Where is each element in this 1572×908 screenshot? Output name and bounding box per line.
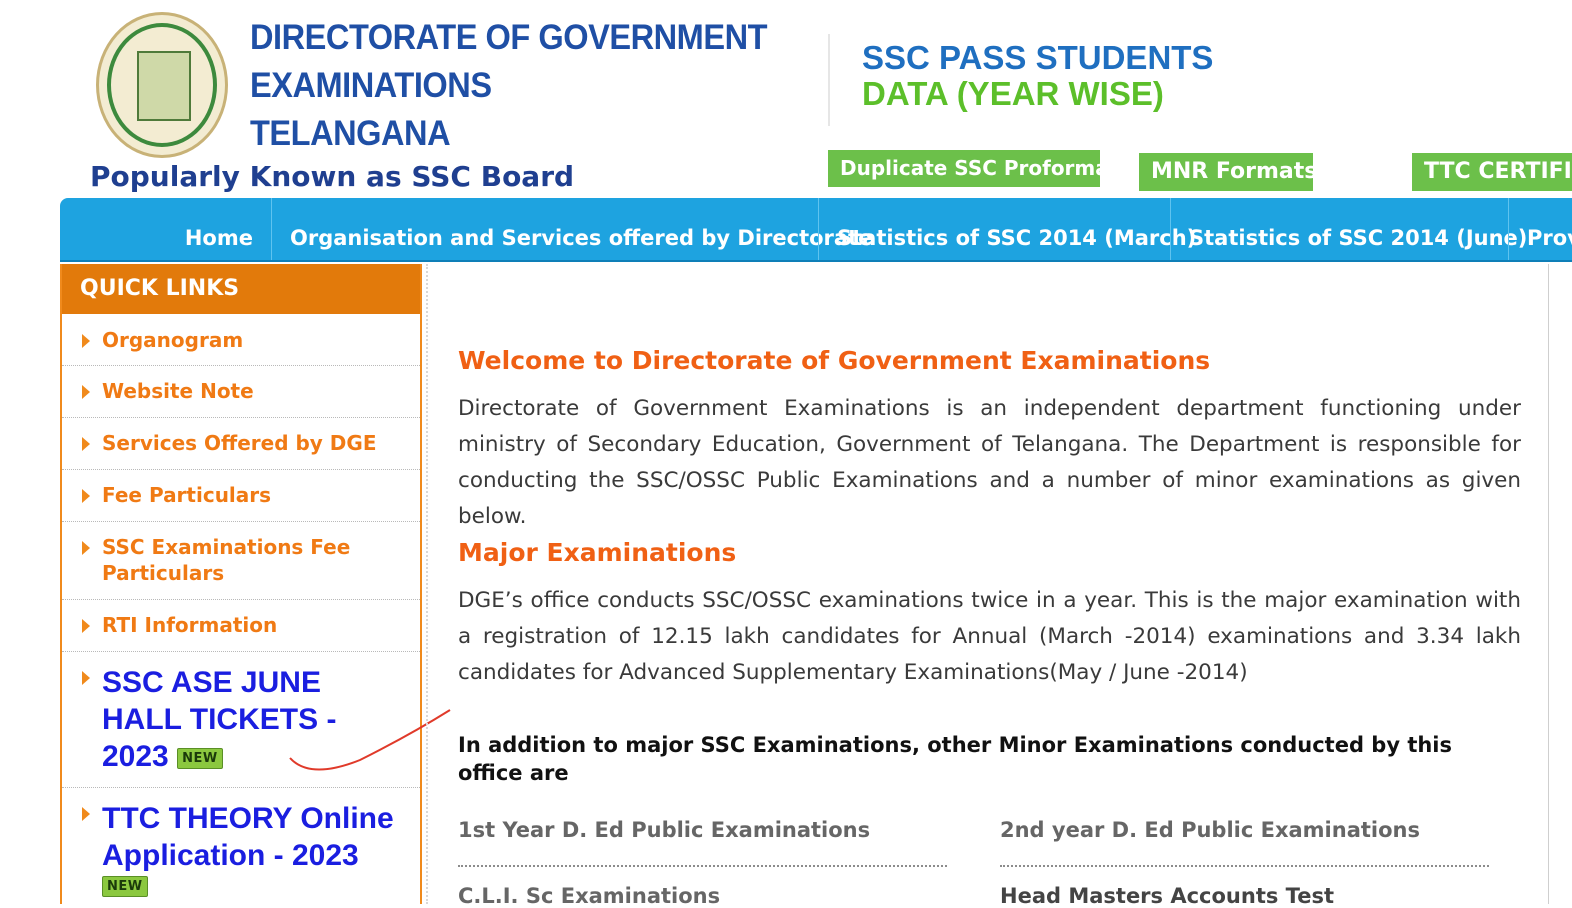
- sidebar-item-label: RTI Information: [102, 613, 278, 637]
- arrow-right-icon: [82, 489, 90, 503]
- arrow-right-icon: [82, 334, 90, 348]
- sidebar-item-label: Particulars: [102, 561, 225, 585]
- dept-title-line2: EXAMINATIONS: [250, 66, 492, 105]
- dept-title-line1: DIRECTORATE OF GOVERNMENT: [250, 18, 768, 57]
- ssc-pass-students-link[interactable]: SSC PASS STUDENTS DATA (YEAR WISE): [862, 40, 1213, 112]
- arrow-right-icon: [82, 385, 90, 399]
- sidebar-item-fee-particulars[interactable]: Fee Particulars: [62, 470, 420, 522]
- sidebar-item-label: Website Note: [102, 379, 254, 403]
- arrow-right-icon: [82, 807, 90, 821]
- sidebar-item-label: Fee Particulars: [102, 483, 272, 507]
- tagline: Popularly Known as SSC Board: [90, 160, 575, 193]
- annotation-stroke: [289, 709, 451, 771]
- sidebar-item-ssc-exam-fee[interactable]: SSC Examinations Fee Particulars: [62, 522, 420, 600]
- sidebar-item-label: SSC Examinations Fee: [102, 535, 351, 559]
- quick-links-sidebar: QUICK LINKS Organogram Website Note Serv…: [60, 264, 422, 904]
- sidebar-item-ttc-theory-application[interactable]: TTC THEORY Online Application - 2023 NEW: [62, 788, 420, 908]
- mnr-formats-button[interactable]: MNR Formats: [1139, 153, 1317, 191]
- sidebar-item-organogram[interactable]: Organogram: [62, 316, 420, 366]
- exam-divider: [458, 865, 947, 867]
- ttc-theory-line2: Application - 2023: [102, 839, 359, 872]
- duplicate-ssc-proforma-button[interactable]: Duplicate SSC Proforma: [828, 150, 1109, 187]
- dept-title-line3: TELANGANA: [250, 114, 451, 153]
- arrow-right-icon: [82, 671, 90, 685]
- sidebar-item-services-offered[interactable]: Services Offered by DGE: [62, 418, 420, 470]
- sidebar-item-label: Organogram: [102, 328, 244, 352]
- arrow-right-icon: [82, 541, 90, 555]
- new-badge: NEW: [102, 876, 148, 897]
- welcome-heading: Welcome to Directorate of Government Exa…: [458, 346, 1211, 375]
- sidebar-item-label: Services Offered by DGE: [102, 431, 377, 455]
- nav-prov[interactable]: Prov: [1508, 198, 1572, 260]
- nav-organisation-services[interactable]: Organisation and Services offered by Dir…: [271, 198, 872, 260]
- department-title: DIRECTORATE OF GOVERNMENT EXAMINATIONS T…: [250, 14, 768, 158]
- exam-divider: [1000, 865, 1489, 867]
- exam-item-2nd-year-ded: 2nd year D. Ed Public Examinations: [1000, 818, 1420, 842]
- ttc-theory-line1: TTC THEORY Online: [102, 802, 394, 835]
- new-badge: NEW: [177, 747, 223, 769]
- exam-item-1st-year-ded: 1st Year D. Ed Public Examinations: [458, 818, 871, 842]
- major-exams-paragraph: DGE’s office conducts SSC/OSSC examinati…: [458, 588, 1521, 685]
- nav-statistics-ssc-june[interactable]: Statistics of SSC 2014 (June): [1170, 198, 1527, 260]
- ttc-certificate-button[interactable]: TTC CERTIFI: [1412, 153, 1572, 191]
- hall-tickets-line3: 2023: [102, 740, 169, 773]
- sidebar-item-website-note[interactable]: Website Note: [62, 366, 420, 418]
- exam-item-clisc: C.L.I. Sc Examinations: [458, 884, 721, 908]
- minor-exams-heading: In addition to major SSC Examinations, o…: [458, 733, 1453, 785]
- ssc-pass-line2: DATA (YEAR WISE): [862, 75, 1164, 112]
- nav-statistics-ssc-march[interactable]: Statistics of SSC 2014 (March): [818, 198, 1196, 260]
- sidebar-item-rti-information[interactable]: RTI Information: [62, 600, 420, 652]
- arrow-right-icon: [82, 619, 90, 633]
- arrow-right-icon: [82, 437, 90, 451]
- content-right-edge: [1548, 264, 1549, 904]
- main-nav: Home Organisation and Services offered b…: [60, 198, 1572, 262]
- hall-tickets-line1: SSC ASE JUNE: [102, 666, 321, 699]
- quick-links-heading: QUICK LINKS: [62, 264, 420, 314]
- header-divider: [828, 34, 830, 126]
- exam-item-head-masters-test: Head Masters Accounts Test: [1000, 884, 1334, 908]
- major-exams-heading: Major Examinations: [458, 538, 737, 567]
- nav-home[interactable]: Home: [60, 198, 271, 260]
- welcome-paragraph: Directorate of Government Examinations i…: [458, 396, 1521, 529]
- content-divider: [426, 264, 428, 904]
- ssc-pass-line1: SSC PASS STUDENTS: [862, 39, 1214, 76]
- telangana-seal-logo: [96, 12, 228, 158]
